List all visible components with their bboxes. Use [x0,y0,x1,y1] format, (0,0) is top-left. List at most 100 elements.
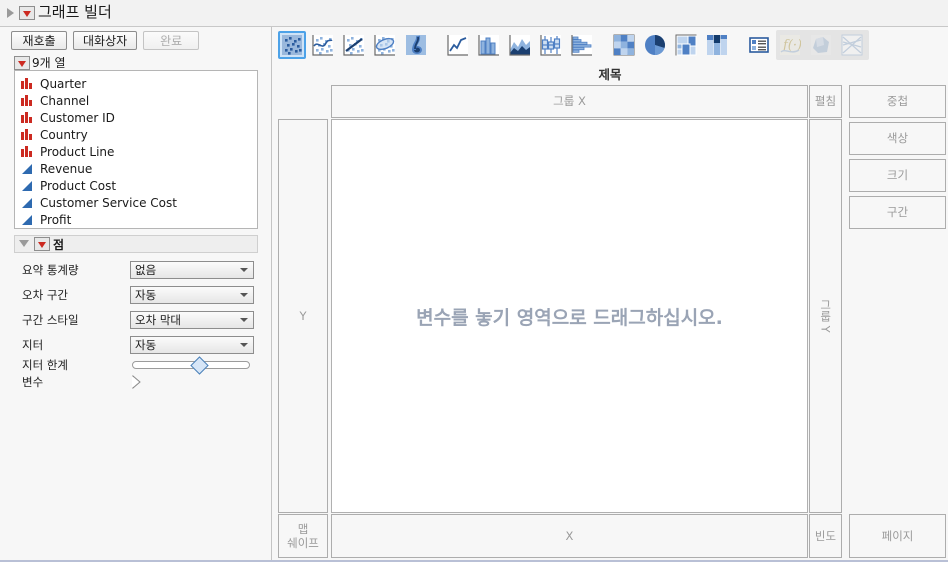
window-titlebar: 그래프 빌더 [0,0,948,27]
command-buttons: 재호출 대화상자 완료 [11,31,200,50]
red-triangle-menu-icon[interactable] [19,6,35,20]
dropzone-group-x[interactable]: 그룹 X [331,85,808,118]
column-name-label: Product Line [40,144,115,159]
points-icon[interactable] [278,31,306,59]
combo-jitter-value: 자동 [135,338,157,352]
chevron-down-icon [240,343,248,347]
continuous-modeling-type-icon[interactable] [21,163,34,175]
columns-list[interactable]: Quarter Channel Customer ID Country Product … [14,70,258,229]
combo-jitter[interactable]: 자동 [130,336,254,354]
map-shape-line2: 쉐이프 [287,536,319,550]
label-error-interval: 오차 구간 [22,288,68,302]
column-list-item[interactable]: Country [19,126,257,143]
outline-disclosure-icon[interactable] [3,5,19,21]
toolbar-separator [734,31,745,59]
page-title: 그래프 빌더 [38,3,112,21]
toolbar-separator [599,31,610,59]
toolbar-disabled-group: f(·) [776,30,869,60]
column-list-item[interactable]: Customer ID [19,109,257,126]
expander-triangle-icon[interactable] [130,375,144,389]
contour-icon[interactable] [402,31,430,59]
dropzone-interval[interactable]: 구간 [849,196,946,229]
combo-interval-style[interactable]: 오차 막대 [130,311,254,329]
done-button[interactable]: 완료 [143,31,200,50]
line-of-fit-icon[interactable] [340,31,368,59]
graph-title[interactable]: 제목 [278,64,942,83]
smoother-icon[interactable] [309,31,337,59]
label-summary-stat: 요약 통계량 [22,263,79,277]
property-row-jitter-limit: 지터 한계 [22,356,258,375]
graph-builder-window: 그래프 빌더 재호출 대화상자 완료 9개 열 Quarter Channel Cu… [0,0,948,562]
heatmap-icon[interactable] [610,31,638,59]
continuous-modeling-type-icon[interactable] [21,180,34,192]
chevron-down-icon [240,293,248,297]
columns-red-triangle-icon[interactable] [14,55,30,70]
combo-error-interval[interactable]: 자동 [130,286,254,304]
plot-drop-area[interactable]: 변수를 놓기 영역으로 드래그하십시오. [331,119,808,513]
properties-disclosure-icon[interactable] [16,236,32,252]
recall-button[interactable]: 재호출 [11,31,67,50]
map-shape-line1: 맵 [297,521,309,536]
combo-summary-stat[interactable]: 없음 [130,261,254,279]
dropzone-freq[interactable]: 빈도 [809,514,842,558]
column-list-item[interactable]: Quarter [19,75,257,92]
column-name-label: Country [40,127,88,142]
dropzone-color[interactable]: 색상 [849,122,946,155]
column-name-label: Channel [40,93,90,108]
column-name-label: Quarter [40,76,87,91]
column-list-item[interactable]: Revenue [19,160,257,177]
histogram-icon[interactable] [568,31,596,59]
panel-divider [271,27,272,560]
dropzone-page[interactable]: 페이지 [849,514,946,558]
dropzone-y[interactable]: Y [278,119,328,513]
line-chart-icon[interactable] [444,31,472,59]
toolbar-separator [433,31,444,59]
treemap-icon[interactable] [672,31,700,59]
label-jitter-limit: 지터 한계 [22,358,68,372]
column-list-item[interactable]: Customer Service Cost [19,194,257,211]
legend-icon[interactable] [745,31,773,59]
label-interval-style: 구간 스타일 [22,313,79,327]
formula-icon[interactable]: f(·) [776,31,804,59]
properties-red-triangle-icon[interactable] [34,237,50,251]
element-toolbar: f(·) [278,25,869,65]
chevron-down-icon [240,318,248,322]
column-name-label: Customer Service Cost [40,195,177,210]
continuous-modeling-type-icon[interactable] [21,197,34,209]
dropzone-size[interactable]: 크기 [849,159,946,192]
nominal-modeling-type-icon[interactable] [21,128,34,141]
properties-panel-header: 점 [14,235,258,253]
columns-count-label: 9개 열 [32,56,66,70]
area-chart-icon[interactable] [506,31,534,59]
continuous-modeling-type-icon[interactable] [21,214,34,226]
parallel-plot-icon[interactable] [838,31,866,59]
column-list-item[interactable]: Product Line [19,143,257,160]
column-name-label: Product Cost [40,178,117,193]
column-list-item[interactable]: Profit [19,211,257,228]
properties-panel-title: 점 [53,237,65,252]
column-list-item[interactable]: Product Cost [19,177,257,194]
slider-thumb[interactable] [190,356,209,375]
property-row-variables: 변수 [22,373,258,391]
dropzone-overlay[interactable]: 중첩 [849,85,946,118]
dropzone-group-y[interactable]: 그룹 Y [809,119,842,513]
combo-interval-style-value: 오차 막대 [135,313,181,327]
column-list-item[interactable]: Channel [19,92,257,109]
map-shape-icon[interactable] [807,31,835,59]
ellipse-icon[interactable] [371,31,399,59]
box-plot-icon[interactable] [537,31,565,59]
jitter-limit-slider[interactable] [130,356,254,375]
dropzone-wrap[interactable]: 펼침 [809,85,842,118]
dropzone-map-shape[interactable]: 맵 쉐이프 [278,514,328,558]
nominal-modeling-type-icon[interactable] [21,77,34,90]
dropzone-x[interactable]: X [331,514,808,558]
mosaic-icon[interactable] [703,31,731,59]
pie-chart-icon[interactable] [641,31,669,59]
dialog-button[interactable]: 대화상자 [73,31,138,50]
nominal-modeling-type-icon[interactable] [21,145,34,158]
bar-chart-icon[interactable] [475,31,503,59]
nominal-modeling-type-icon[interactable] [21,111,34,124]
combo-error-interval-value: 자동 [135,288,157,302]
label-variables: 변수 [22,375,44,389]
nominal-modeling-type-icon[interactable] [21,94,34,107]
